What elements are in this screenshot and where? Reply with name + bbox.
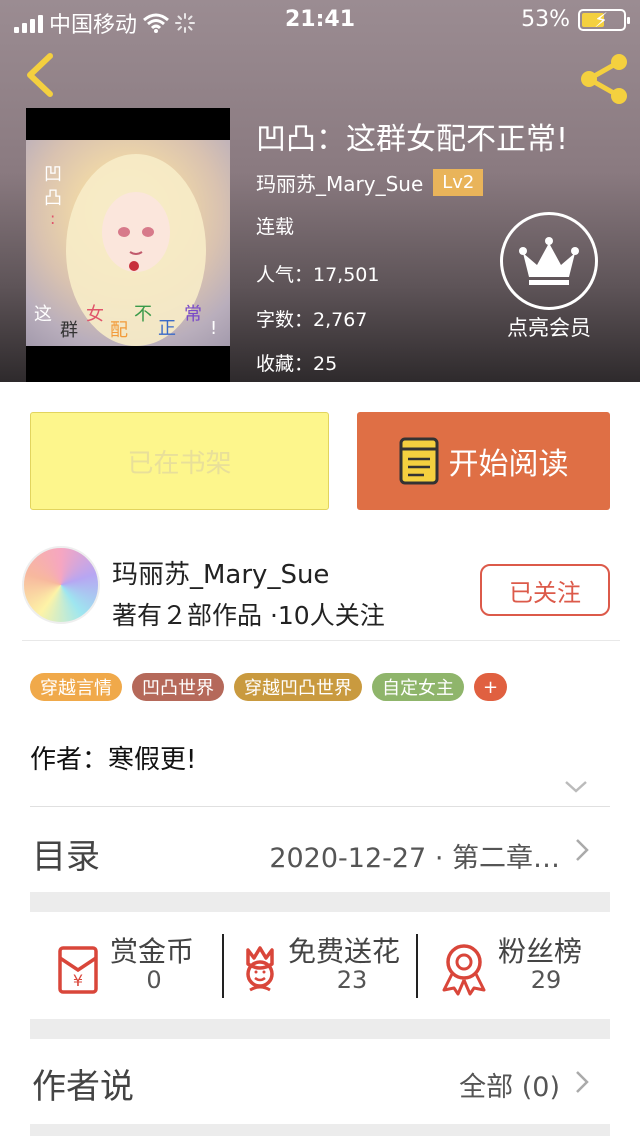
flowers-count: 23 <box>336 966 368 994</box>
author-says-all: 全部 (0) <box>459 1072 560 1103</box>
svg-text:¥: ¥ <box>73 971 83 990</box>
toc-label: 目录 <box>32 837 100 877</box>
send-flowers-button[interactable]: 免费送花 23 <box>226 912 416 1020</box>
book-header: 中国移动 21:41 53% ⚡ 凹 凸: 这 群 女 配 不 正 常 ! 凹… <box>0 0 640 382</box>
section-gap <box>30 1019 610 1039</box>
svg-text:正: 正 <box>158 318 176 339</box>
fans-count: 29 <box>530 966 562 994</box>
start-reading-button[interactable]: 开始阅读 <box>357 412 610 510</box>
author-says-label: 作者说 <box>32 1067 134 1107</box>
vip-button[interactable]: 点亮会员 <box>500 212 598 342</box>
red-envelope-icon: ¥ <box>58 946 98 994</box>
book-icon <box>399 437 438 485</box>
svg-text:凹: 凹 <box>44 164 62 185</box>
book-popularity: 人气：17,501 <box>256 264 380 286</box>
book-cover[interactable]: 凹 凸 : 这 群 女 配 不 正 常 ! <box>26 108 230 382</box>
svg-text:配: 配 <box>110 320 128 341</box>
follow-button[interactable]: 已关注 <box>480 564 610 616</box>
tag-item[interactable]: 自定女主 <box>372 673 464 701</box>
author-card: 玛丽苏_Mary_Sue 著有２部作品 ·10人关注 已关注 <box>0 542 640 642</box>
level-badge: Lv2 <box>433 169 484 196</box>
fans-label: 粉丝榜 <box>498 935 583 968</box>
chevron-right-icon <box>576 1071 589 1093</box>
vip-label: 点亮会员 <box>507 316 591 340</box>
status-bar: 中国移动 21:41 53% ⚡ <box>0 0 640 40</box>
start-reading-label: 开始阅读 <box>448 447 569 482</box>
svg-text:这: 这 <box>34 304 52 325</box>
tag-list: 穿越言情 凹凸世界 穿越凹凸世界 自定女主 + <box>30 673 507 701</box>
section-gap <box>30 1124 610 1136</box>
status-right: 53% ⚡ <box>521 7 630 32</box>
reward-coins-button[interactable]: ¥ 赏金币 0 <box>30 912 220 1020</box>
svg-text::: : <box>50 209 55 228</box>
more-tags-button[interactable]: + <box>474 673 507 701</box>
book-status: 连载 <box>256 216 295 238</box>
medal-icon <box>442 944 486 996</box>
latest-chapter: 2020-12-27 · 第二章… <box>269 843 560 874</box>
book-intro: 作者：寒假更! <box>30 745 197 775</box>
svg-text:不: 不 <box>134 304 152 325</box>
book-title: 凹凸：这群女配不正常! <box>256 122 569 157</box>
action-bar: ¥ 赏金币 0 免费送花 23 粉丝榜 29 <box>30 912 610 1020</box>
battery-percent: 53% <box>521 7 570 32</box>
svg-text:群: 群 <box>60 320 78 341</box>
author-card-stats: 著有２部作品 ·10人关注 <box>112 601 385 630</box>
svg-text:!: ! <box>210 318 217 339</box>
tag-item[interactable]: 穿越凹凸世界 <box>234 673 362 701</box>
share-icon[interactable] <box>574 52 634 106</box>
back-button[interactable] <box>18 50 68 100</box>
book-favorites: 收藏：25 <box>256 353 338 375</box>
flowers-label: 免费送花 <box>288 935 401 968</box>
book-author-line: 玛丽苏_Mary_Sue Lv2 <box>256 168 484 197</box>
table-of-contents-row[interactable]: 目录 2020-12-27 · 第二章… <box>30 807 610 893</box>
crown-icon <box>500 212 598 310</box>
separator <box>222 934 224 998</box>
reward-label: 赏金币 <box>110 935 195 968</box>
book-author-name[interactable]: 玛丽苏_Mary_Sue <box>256 168 423 197</box>
tag-item[interactable]: 穿越言情 <box>30 673 122 701</box>
separator <box>416 934 418 998</box>
chevron-down-icon[interactable] <box>562 776 590 796</box>
svg-text:常: 常 <box>184 304 202 325</box>
book-detail-main: 已在书架 开始阅读 玛丽苏_Mary_Sue 著有２部作品 ·10人关注 已关注… <box>0 382 640 1136</box>
reward-count: 0 <box>146 966 162 994</box>
svg-text:凸: 凸 <box>44 188 62 209</box>
section-gap <box>30 892 610 912</box>
in-shelf-button[interactable]: 已在书架 <box>30 412 329 510</box>
chevron-right-icon <box>576 839 589 861</box>
divider <box>22 640 620 641</box>
flower-icon <box>246 946 274 992</box>
book-word-count: 字数：2,767 <box>256 309 368 331</box>
battery-icon: ⚡ <box>578 8 630 32</box>
author-avatar[interactable] <box>22 546 100 624</box>
tag-item[interactable]: 凹凸世界 <box>132 673 224 701</box>
fan-ranking-button[interactable]: 粉丝榜 29 <box>420 912 610 1020</box>
author-says-row[interactable]: 作者说 全部 (0) <box>30 1039 610 1119</box>
author-card-name[interactable]: 玛丽苏_Mary_Sue <box>112 554 329 591</box>
svg-text:女: 女 <box>86 304 104 325</box>
cover-illustration: 凹 凸 : 这 群 女 配 不 正 常 ! <box>26 140 230 346</box>
